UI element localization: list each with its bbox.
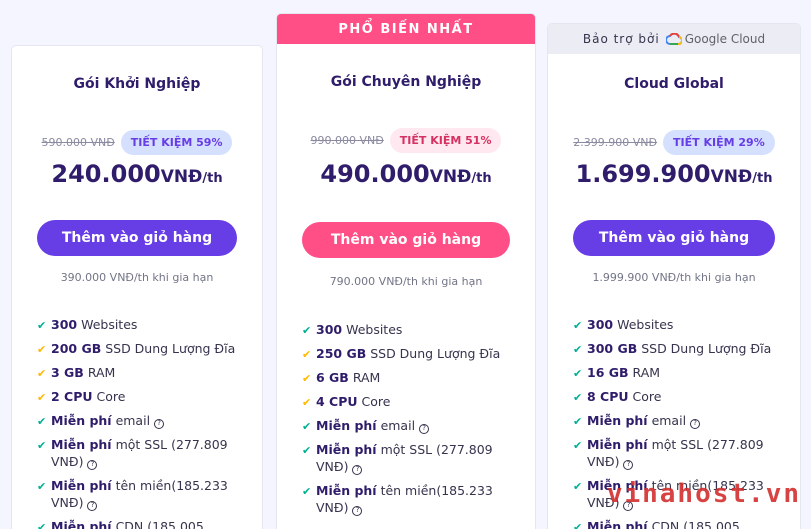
renewal-price: 390.000 VNĐ/th khi gia hạn [60, 271, 214, 284]
check-icon: ✔ [573, 343, 583, 356]
plan-title: Gói Chuyên Nghiệp [330, 74, 482, 90]
plan-card-cloud-global: Bảo trợ bởi Google Cloud Cloud Global 2.… [548, 24, 800, 529]
price-period: /th [752, 171, 773, 186]
feature-item: ✔ 16 GB RAM [573, 365, 661, 380]
feature-item: ✔ 300 Websites [302, 322, 403, 337]
help-icon[interactable]: ? [154, 418, 165, 429]
check-icon: ✔ [302, 324, 312, 337]
price-amount: 240.000 [51, 160, 161, 188]
feature-item: ✔ 4 CPU Core [302, 394, 391, 409]
feature-item: ✔ Miễn phí tên miền(185.233 VNĐ)? [37, 478, 228, 511]
renewal-price: 790.000 VNĐ/th khi gia hạn [329, 275, 483, 288]
help-icon[interactable]: ? [623, 459, 634, 470]
check-icon: ✔ [37, 391, 47, 404]
check-icon: ✔ [573, 319, 583, 332]
old-price: 990.000 VNĐ [310, 134, 384, 147]
current-price: 1.699.900VNĐ/th [548, 160, 800, 188]
check-icon: ✔ [37, 480, 47, 493]
help-icon[interactable]: ? [419, 423, 430, 434]
feature-item: ✔ 3 GB RAM [37, 365, 116, 380]
current-price: 240.000VNĐ/th [12, 160, 262, 188]
renewal-price: 1.999.900 VNĐ/th khi gia hạn [592, 271, 756, 284]
check-icon: ✔ [573, 521, 583, 529]
current-price: 490.000VNĐ/th [277, 160, 535, 188]
feature-item: ✔ 300 Websites [37, 317, 138, 332]
check-icon: ✔ [573, 439, 583, 452]
add-to-cart-button[interactable]: Thêm vào giỏ hàng [573, 220, 775, 256]
help-icon[interactable]: ? [87, 459, 98, 470]
feature-item: ✔ 200 GB SSD Dung Lượng Đĩa [37, 341, 236, 356]
saving-badge: TIẾT KIỆM 29% [663, 130, 775, 155]
check-icon: ✔ [37, 319, 47, 332]
watermark-logo: vinahost.vn [606, 479, 801, 509]
help-icon[interactable]: ? [352, 464, 363, 475]
help-icon[interactable]: ? [690, 418, 701, 429]
price-compare: 2.399.900 VNĐ TIẾT KIỆM 29% [548, 130, 800, 155]
add-to-cart-button[interactable]: Thêm vào giỏ hàng [37, 220, 237, 256]
feature-item: ✔ Miễn phí email? [302, 417, 515, 434]
feature-item: ✔ 8 CPU Core [573, 389, 662, 404]
saving-badge: TIẾT KIỆM 59% [120, 130, 233, 155]
google-cloud-icon [665, 33, 682, 45]
saving-badge: TIẾT KIỆM 51% [389, 128, 502, 153]
check-icon: ✔ [302, 420, 312, 433]
price-period: /th [471, 171, 492, 186]
help-icon[interactable]: ? [352, 505, 363, 516]
check-icon: ✔ [573, 367, 583, 380]
sponsor-label: Bảo trợ bởi [582, 32, 660, 46]
feature-item: ✔ Miễn phí email? [573, 412, 780, 429]
price-amount: 490.000 [320, 160, 430, 188]
price-compare: 990.000 VNĐ TIẾT KIỆM 51% [277, 128, 535, 153]
price-period: /th [202, 171, 223, 186]
check-icon: ✔ [302, 348, 312, 361]
price-currency: VNĐ [710, 167, 753, 187]
price-compare: 590.000 VNĐ TIẾT KIỆM 59% [12, 130, 262, 155]
check-icon: ✔ [37, 415, 47, 428]
feature-item: ✔ Miễn phí CDN (185.005 [37, 518, 242, 529]
help-icon[interactable]: ? [87, 500, 98, 511]
check-icon: ✔ [302, 444, 312, 457]
google-cloud-logo: Google Cloud [665, 32, 766, 46]
feature-item: ✔ Miễn phí một SSL (277.809 VNĐ)? [573, 437, 764, 470]
feature-item: ✔ Miễn phí một SSL (277.809 VNĐ)? [302, 442, 493, 475]
plan-title: Cloud Global [624, 76, 724, 92]
plan-card-professional: PHỔ BIẾN NHẤT Gói Chuyên Nghiệp 990.000 … [277, 14, 535, 529]
feature-item: ✔ Miễn phí tên miền(185.233 VNĐ)? [302, 483, 493, 516]
feature-item: ✔ 6 GB RAM [302, 370, 381, 385]
check-icon: ✔ [302, 485, 312, 498]
feature-item: ✔ 300 Websites [573, 317, 674, 332]
sponsor-brand: Google Cloud [684, 32, 766, 46]
feature-item: ✔ 250 GB SSD Dung Lượng Đĩa [302, 346, 501, 361]
old-price: 590.000 VNĐ [41, 136, 115, 149]
check-icon: ✔ [37, 343, 47, 356]
feature-item: ✔ 300 GB SSD Dung Lượng Đĩa [573, 341, 772, 356]
check-icon: ✔ [573, 391, 583, 404]
check-icon: ✔ [37, 439, 47, 452]
feature-item: ✔ Miễn phí CDN (185.005 [573, 518, 780, 529]
check-icon: ✔ [302, 372, 312, 385]
check-icon: ✔ [302, 396, 312, 409]
sponsor-bar: Bảo trợ bởi Google Cloud [548, 24, 800, 54]
feature-item: ✔ Miễn phí một SSL (277.809 VNĐ)? [37, 437, 228, 470]
price-amount: 1.699.900 [575, 160, 711, 188]
check-icon: ✔ [37, 367, 47, 380]
old-price: 2.399.900 VNĐ [573, 136, 658, 149]
feature-list: ✔ 300 Websites ✔ 200 GB SSD Dung Lượng Đĩa… [37, 316, 242, 529]
popular-badge: PHỔ BIẾN NHẤT [277, 14, 535, 44]
plan-title: Gói Khởi Nghiệp [73, 76, 201, 92]
feature-item: ✔ 2 CPU Core [37, 389, 126, 404]
plan-card-startup: Gói Khởi Nghiệp 590.000 VNĐ TIẾT KIỆM 59… [12, 46, 262, 529]
add-to-cart-button[interactable]: Thêm vào giỏ hàng [302, 222, 510, 258]
check-icon: ✔ [573, 415, 583, 428]
check-icon: ✔ [37, 521, 47, 529]
feature-item: ✔ Miễn phí email? [37, 412, 242, 429]
price-currency: VNĐ [160, 167, 203, 187]
price-currency: VNĐ [429, 167, 472, 187]
feature-list: ✔ 300 Websites ✔ 250 GB SSD Dung Lượng Đĩa… [302, 321, 515, 523]
check-icon: ✔ [573, 480, 583, 493]
